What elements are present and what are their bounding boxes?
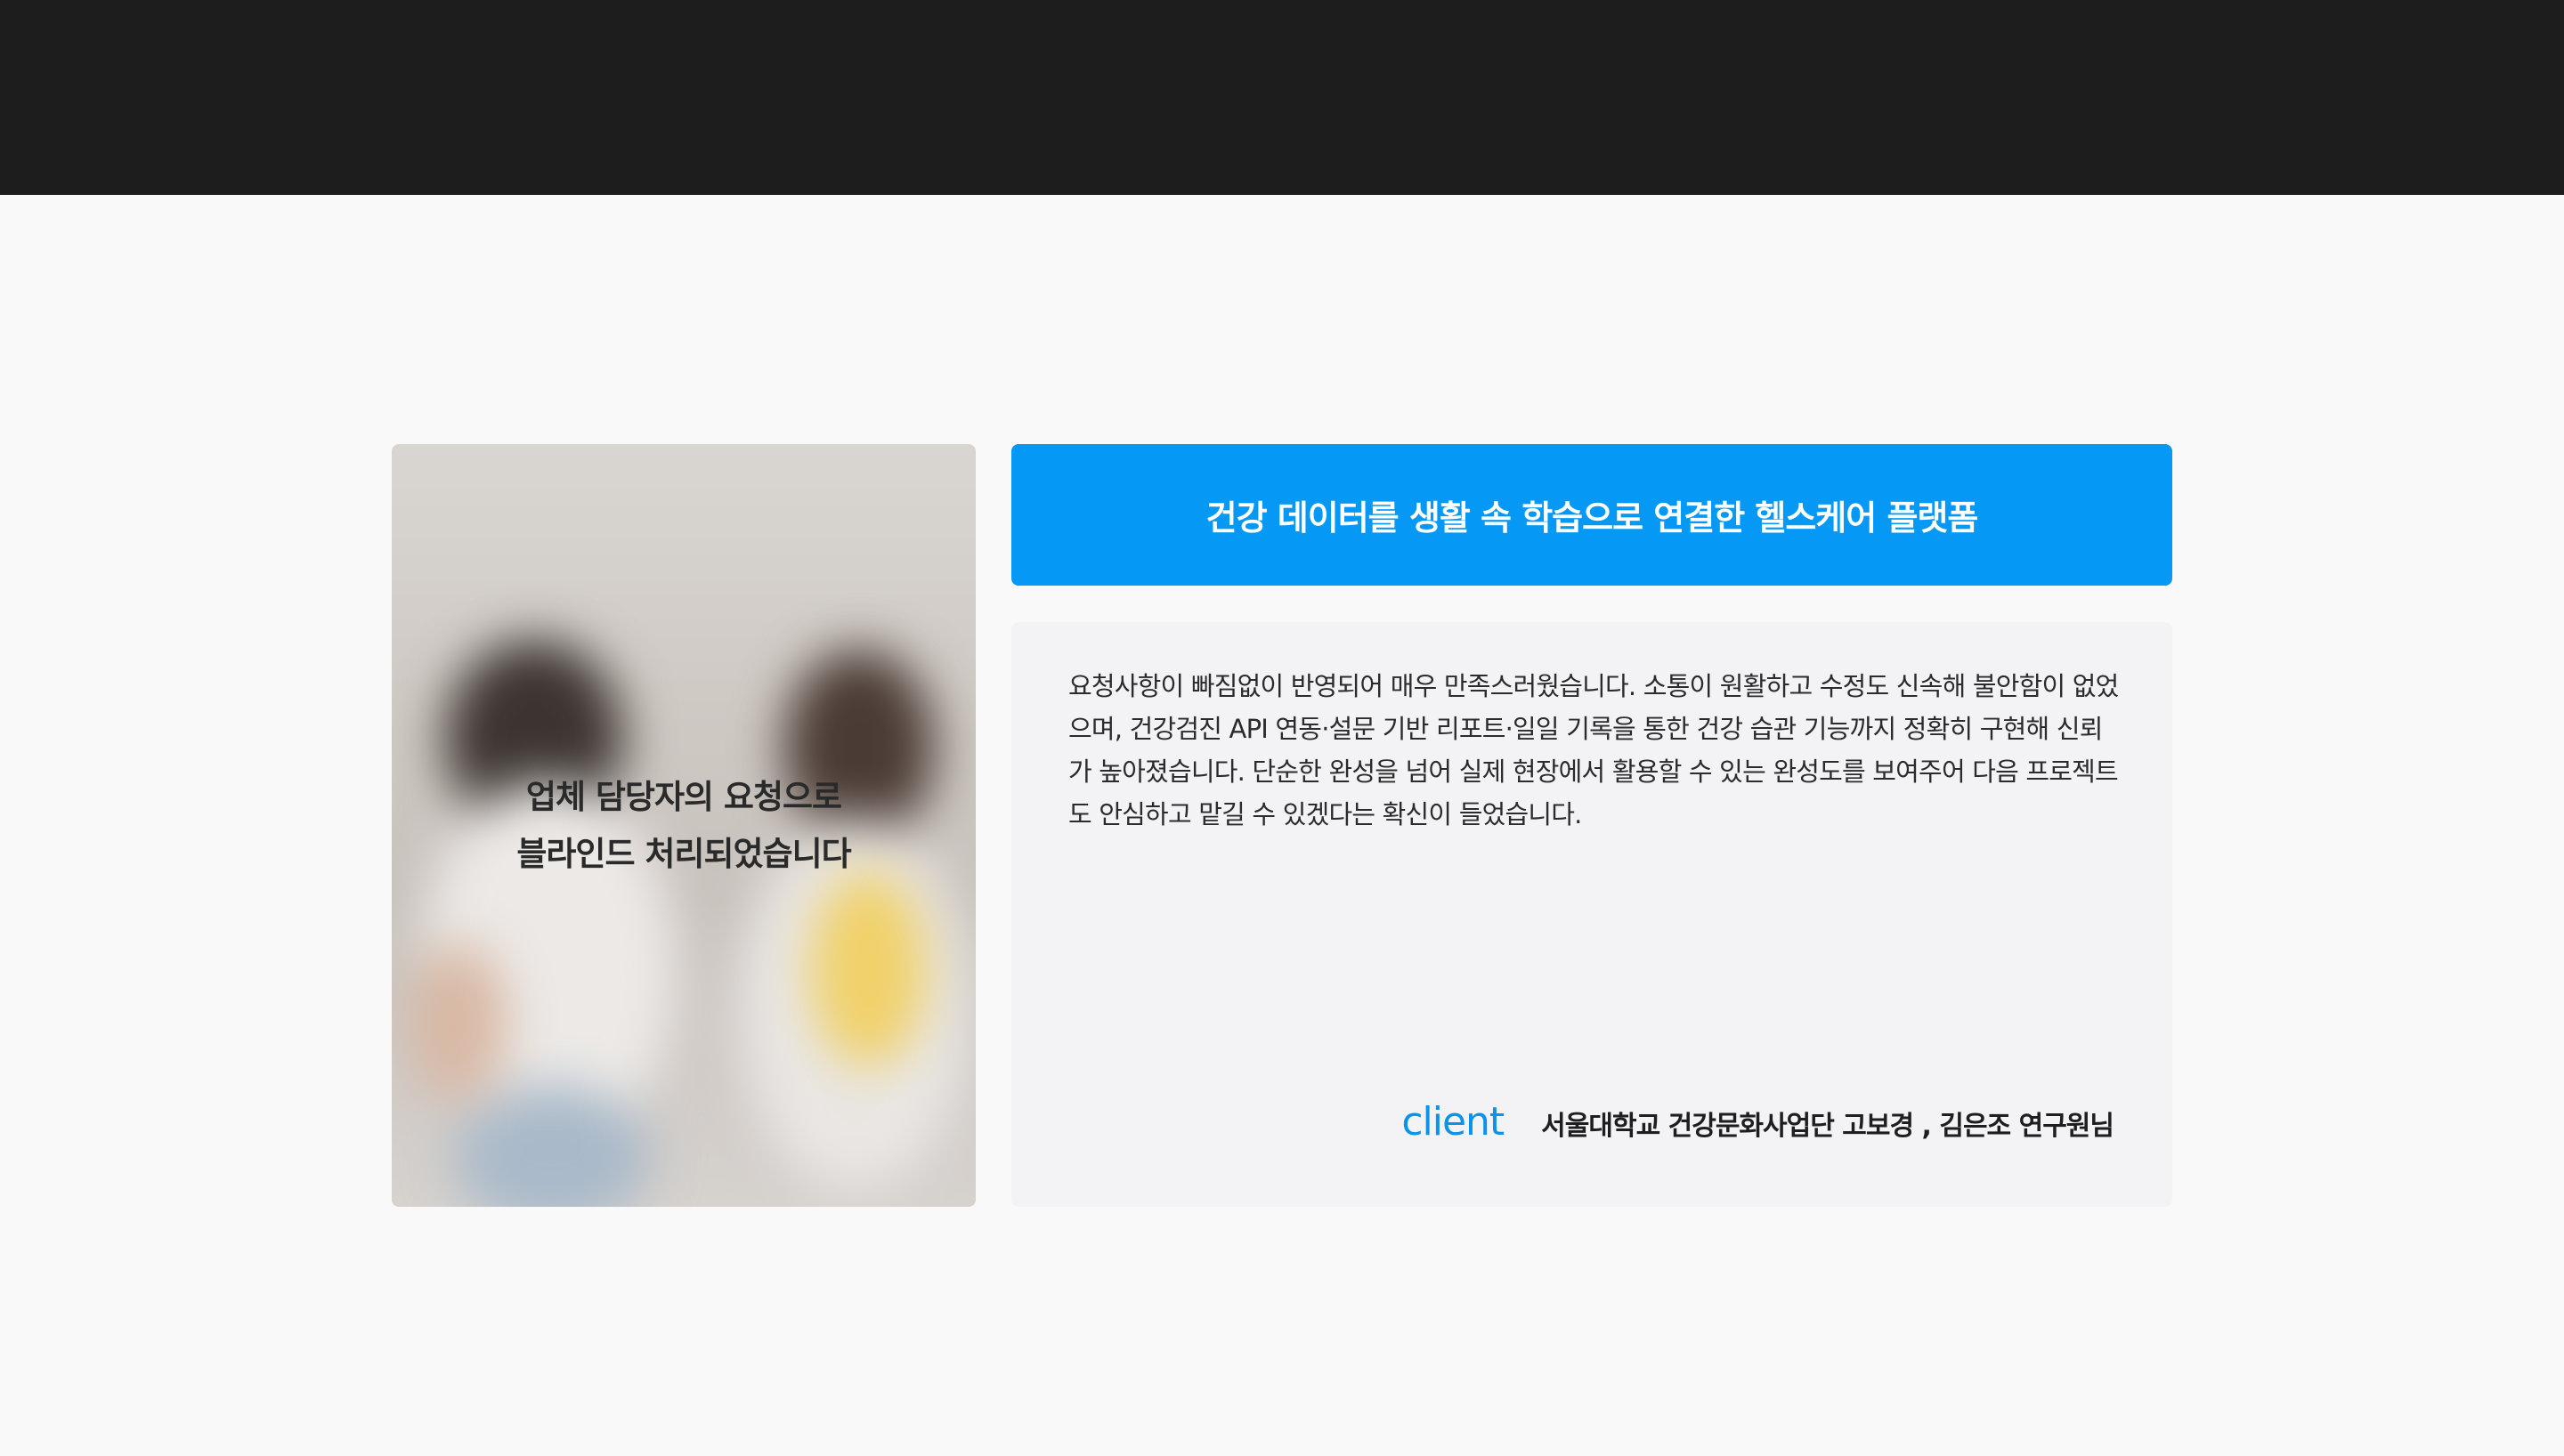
photo-blind-caption: 업체 담당자의 요청으로 블라인드 처리되었습니다 xyxy=(392,444,976,1207)
caption-line-2: 블라인드 처리되었습니다 xyxy=(516,834,851,873)
review-text: 요청사항이 빠짐없이 반영되어 매우 만족스러웠습니다. 소통이 원활하고 수정… xyxy=(1068,671,2119,829)
review-card: 요청사항이 빠짐없이 반영되어 매우 만족스러웠습니다. 소통이 원활하고 수정… xyxy=(1011,622,2172,1207)
client-name: 서울대학교 건강문화사업단 고보경 , 김은조 연구원님 xyxy=(1541,1111,2114,1142)
caption-line-1: 업체 담당자의 요청으로 xyxy=(525,777,842,816)
client-info: client 서울대학교 건강문화사업단 고보경 , 김은조 연구원님 xyxy=(1401,1099,2114,1145)
project-title: 건강 데이터를 생활 속 학습으로 연결한 헬스케어 플랫폼 xyxy=(1205,498,1979,538)
top-header-bar xyxy=(0,0,2564,195)
project-title-banner: 건강 데이터를 생활 속 학습으로 연결한 헬스케어 플랫폼 xyxy=(1011,444,2172,586)
blurred-client-photo: 업체 담당자의 요청으로 블라인드 처리되었습니다 xyxy=(392,444,976,1207)
client-label: client xyxy=(1401,1099,1505,1145)
